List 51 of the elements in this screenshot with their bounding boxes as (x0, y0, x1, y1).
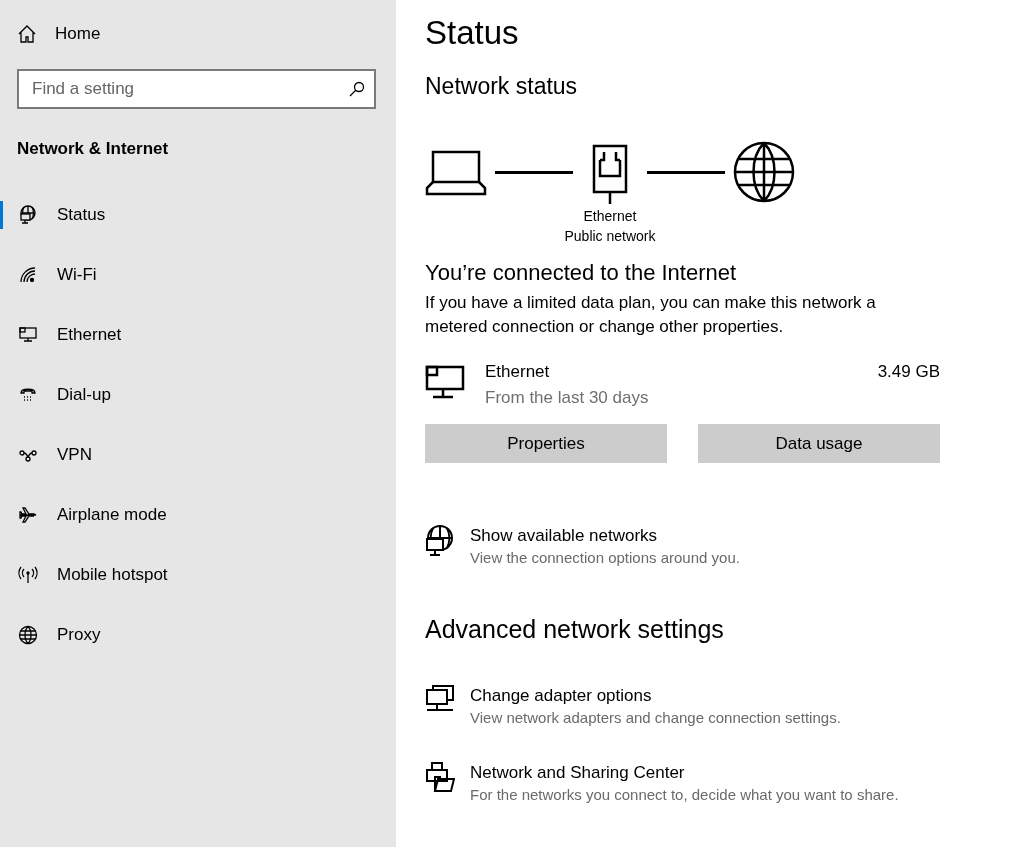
nav-item[interactable]: VPN (0, 441, 396, 469)
airplane-icon (18, 505, 38, 525)
connection-description: If you have a limited data plan, you can make this network a metered connection or change other properties. (425, 292, 877, 338)
link-title[interactable]: Network and Sharing Center (470, 762, 899, 784)
nav-label: VPN (57, 445, 92, 465)
link-description: View network adapters and change connection settings. (470, 708, 841, 728)
section-heading: Network status (425, 72, 579, 100)
monitor-icon (18, 325, 38, 345)
nav-item[interactable]: Proxy (0, 621, 396, 649)
nav-label: Proxy (57, 625, 101, 645)
globe-icon (18, 625, 38, 645)
nav-item[interactable]: Mobile hotspot (0, 561, 396, 589)
nav-label: Wi-Fi (57, 265, 97, 285)
link-title[interactable]: Show available networks (470, 525, 740, 547)
nav-item[interactable]: Ethernet (0, 321, 396, 349)
globe-monitor-icon (18, 205, 38, 225)
monitor-icon (425, 365, 467, 399)
section-heading: Advanced network settings (425, 615, 725, 643)
home-icon (17, 24, 37, 44)
nav-label: Mobile hotspot (57, 565, 168, 585)
laptop-icon (425, 150, 487, 196)
printer-folder-icon (425, 762, 455, 792)
home-label: Home (55, 24, 101, 44)
usage-period: From the last 30 days (485, 387, 650, 409)
home-link[interactable]: Home (0, 0, 396, 46)
link-description: For the networks you connect to, decide what you want to share. (470, 785, 899, 805)
nav-item[interactable]: Dial-up (0, 381, 396, 409)
globe-icon (733, 141, 795, 203)
nav-label: Status (57, 205, 106, 225)
nav-item[interactable]: Wi-Fi (0, 261, 396, 289)
ethernet-port-icon (592, 144, 628, 206)
page-title: Status (425, 14, 520, 52)
nav-item[interactable]: Airplane mode (0, 501, 396, 529)
usage-name: Ethernet (485, 361, 551, 383)
nav-label: Dial-up (57, 385, 111, 405)
antenna-icon (18, 565, 38, 585)
action-button[interactable]: Data usage (698, 424, 940, 463)
adapter-label: Ethernet (583, 207, 637, 226)
nav-label: Ethernet (57, 325, 122, 345)
search-field[interactable]: Find a setting (17, 69, 376, 109)
usage-amount: 3.49 GB (877, 361, 940, 383)
network-type: Public network (564, 227, 656, 246)
connection-heading: You’re connected to the Internet (425, 259, 738, 287)
globe-monitor-icon (425, 525, 455, 557)
wifi-icon (18, 265, 38, 285)
link-title[interactable]: Change adapter options (470, 685, 841, 707)
section-title: Network & Internet (17, 139, 170, 159)
action-button[interactable]: Properties (425, 424, 667, 463)
search-icon (349, 81, 365, 97)
nav-label: Airplane mode (57, 505, 167, 525)
link-description: View the connection options around you. (470, 548, 740, 568)
